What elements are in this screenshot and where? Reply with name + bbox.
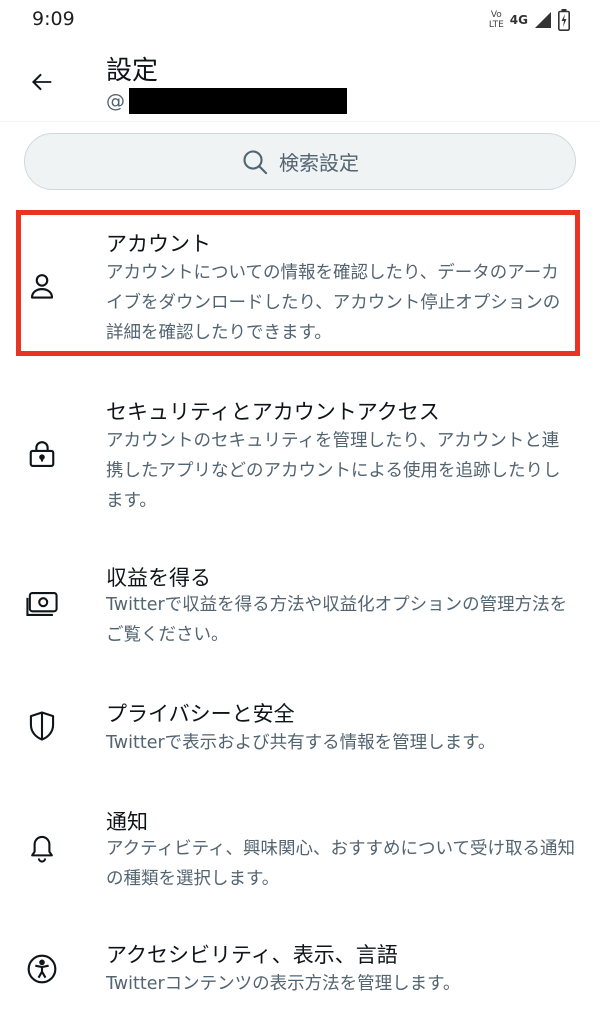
settings-item-security[interactable]: セキュリティとアカウントアクセス アカウントのセキュリティを管理したり、アカウン…	[0, 380, 600, 530]
settings-item-description: アクティビティ、興味関心、おすすめについて受け取る通知の種類を選択します。	[106, 839, 575, 889]
status-bar: 9:09 Vo LTE 4G	[0, 0, 600, 40]
account-handle: @	[106, 88, 347, 114]
settings-item-description: Twitterコンテンツの表示方法を管理します。	[106, 974, 461, 994]
settings-item-monetization[interactable]: 収益を得る Twitterで収益を得る方法や収益化オプションの管理方法をご覧くだ…	[0, 550, 600, 660]
volte-indicator: Vo LTE	[488, 10, 504, 30]
settings-item-privacy[interactable]: プライバシーと安全 Twitterで表示および共有する情報を管理します。	[0, 690, 600, 770]
shield-icon	[24, 708, 60, 744]
redacted-username	[129, 88, 347, 114]
back-button[interactable]	[22, 62, 62, 102]
search-icon	[243, 149, 268, 174]
settings-item-description: Twitterで表示および共有する情報を管理します。	[106, 733, 496, 753]
settings-item-notifications[interactable]: 通知 アクティビティ、興味関心、おすすめについて受け取る通知の種類を選択します。	[0, 800, 600, 900]
settings-item-title: セキュリティとアカウントアクセス	[106, 400, 440, 424]
settings-item-description: アカウントのセキュリティを管理したり、アカウントと連携したアプリなどのアカウント…	[106, 431, 561, 511]
arrow-left-icon	[31, 73, 52, 91]
network-type: 4G	[509, 13, 528, 27]
accessibility-icon	[24, 951, 60, 987]
settings-item-title: アクセシビリティ、表示、言語	[106, 943, 398, 967]
highlight-box	[16, 210, 580, 356]
money-icon	[24, 586, 60, 622]
lock-icon	[24, 436, 60, 472]
battery-icon	[558, 9, 570, 31]
settings-header: 設定 @	[0, 40, 600, 122]
settings-item-accessibility[interactable]: アクセシビリティ、表示、言語 Twitterコンテンツの表示方法を管理します。	[0, 935, 600, 1015]
settings-item-description: Twitterで収益を得る方法や収益化オプションの管理方法をご覧ください。	[106, 595, 568, 645]
search-settings-field[interactable]: 検索設定	[24, 133, 576, 190]
search-label: 検索設定	[279, 151, 359, 175]
status-icons: Vo LTE 4G	[489, 4, 570, 36]
page-title: 設定	[106, 56, 159, 86]
status-time: 9:09	[32, 8, 75, 30]
handle-at-sign: @	[106, 90, 125, 112]
signal-icon	[535, 12, 551, 28]
settings-item-title: 通知	[106, 810, 148, 834]
settings-item-title: プライバシーと安全	[106, 702, 295, 726]
settings-item-title: 収益を得る	[106, 566, 211, 590]
bell-icon	[24, 830, 60, 866]
